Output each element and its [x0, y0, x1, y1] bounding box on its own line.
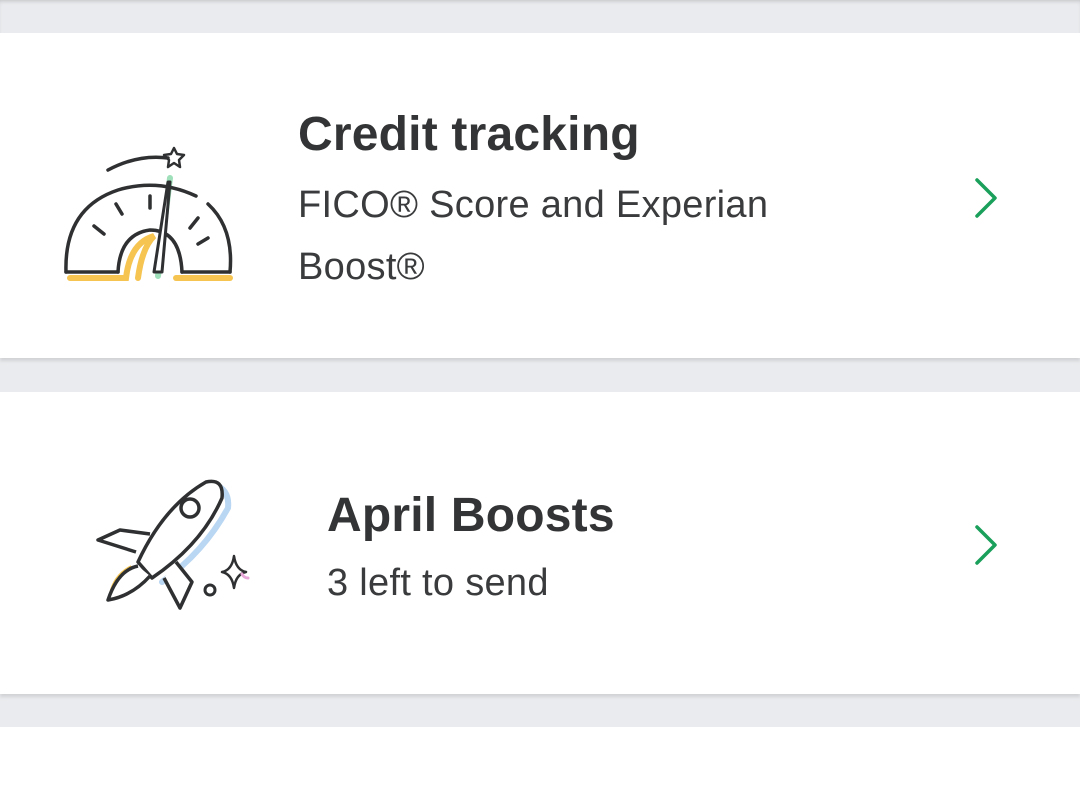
april-boosts-card[interactable]: April Boosts 3 left to send — [0, 392, 1080, 694]
top-divider — [0, 0, 1080, 33]
credit-tracking-card[interactable]: Credit tracking FICO® Score and Experian… — [0, 33, 1080, 358]
card-subtitle: FICO® Score and Experian Boost® — [298, 184, 769, 288]
rocket-icon — [96, 479, 250, 610]
page: Credit tracking FICO® Score and Experian… — [0, 0, 1080, 791]
card-title: April Boosts — [327, 489, 615, 542]
chevron-right-icon[interactable] — [973, 523, 999, 567]
next-card — [0, 727, 1080, 791]
card-subtitle: 3 left to send — [327, 562, 549, 604]
speedometer-icon — [64, 146, 233, 281]
chevron-right-icon[interactable] — [973, 176, 999, 220]
card-title: Credit tracking — [298, 108, 640, 161]
